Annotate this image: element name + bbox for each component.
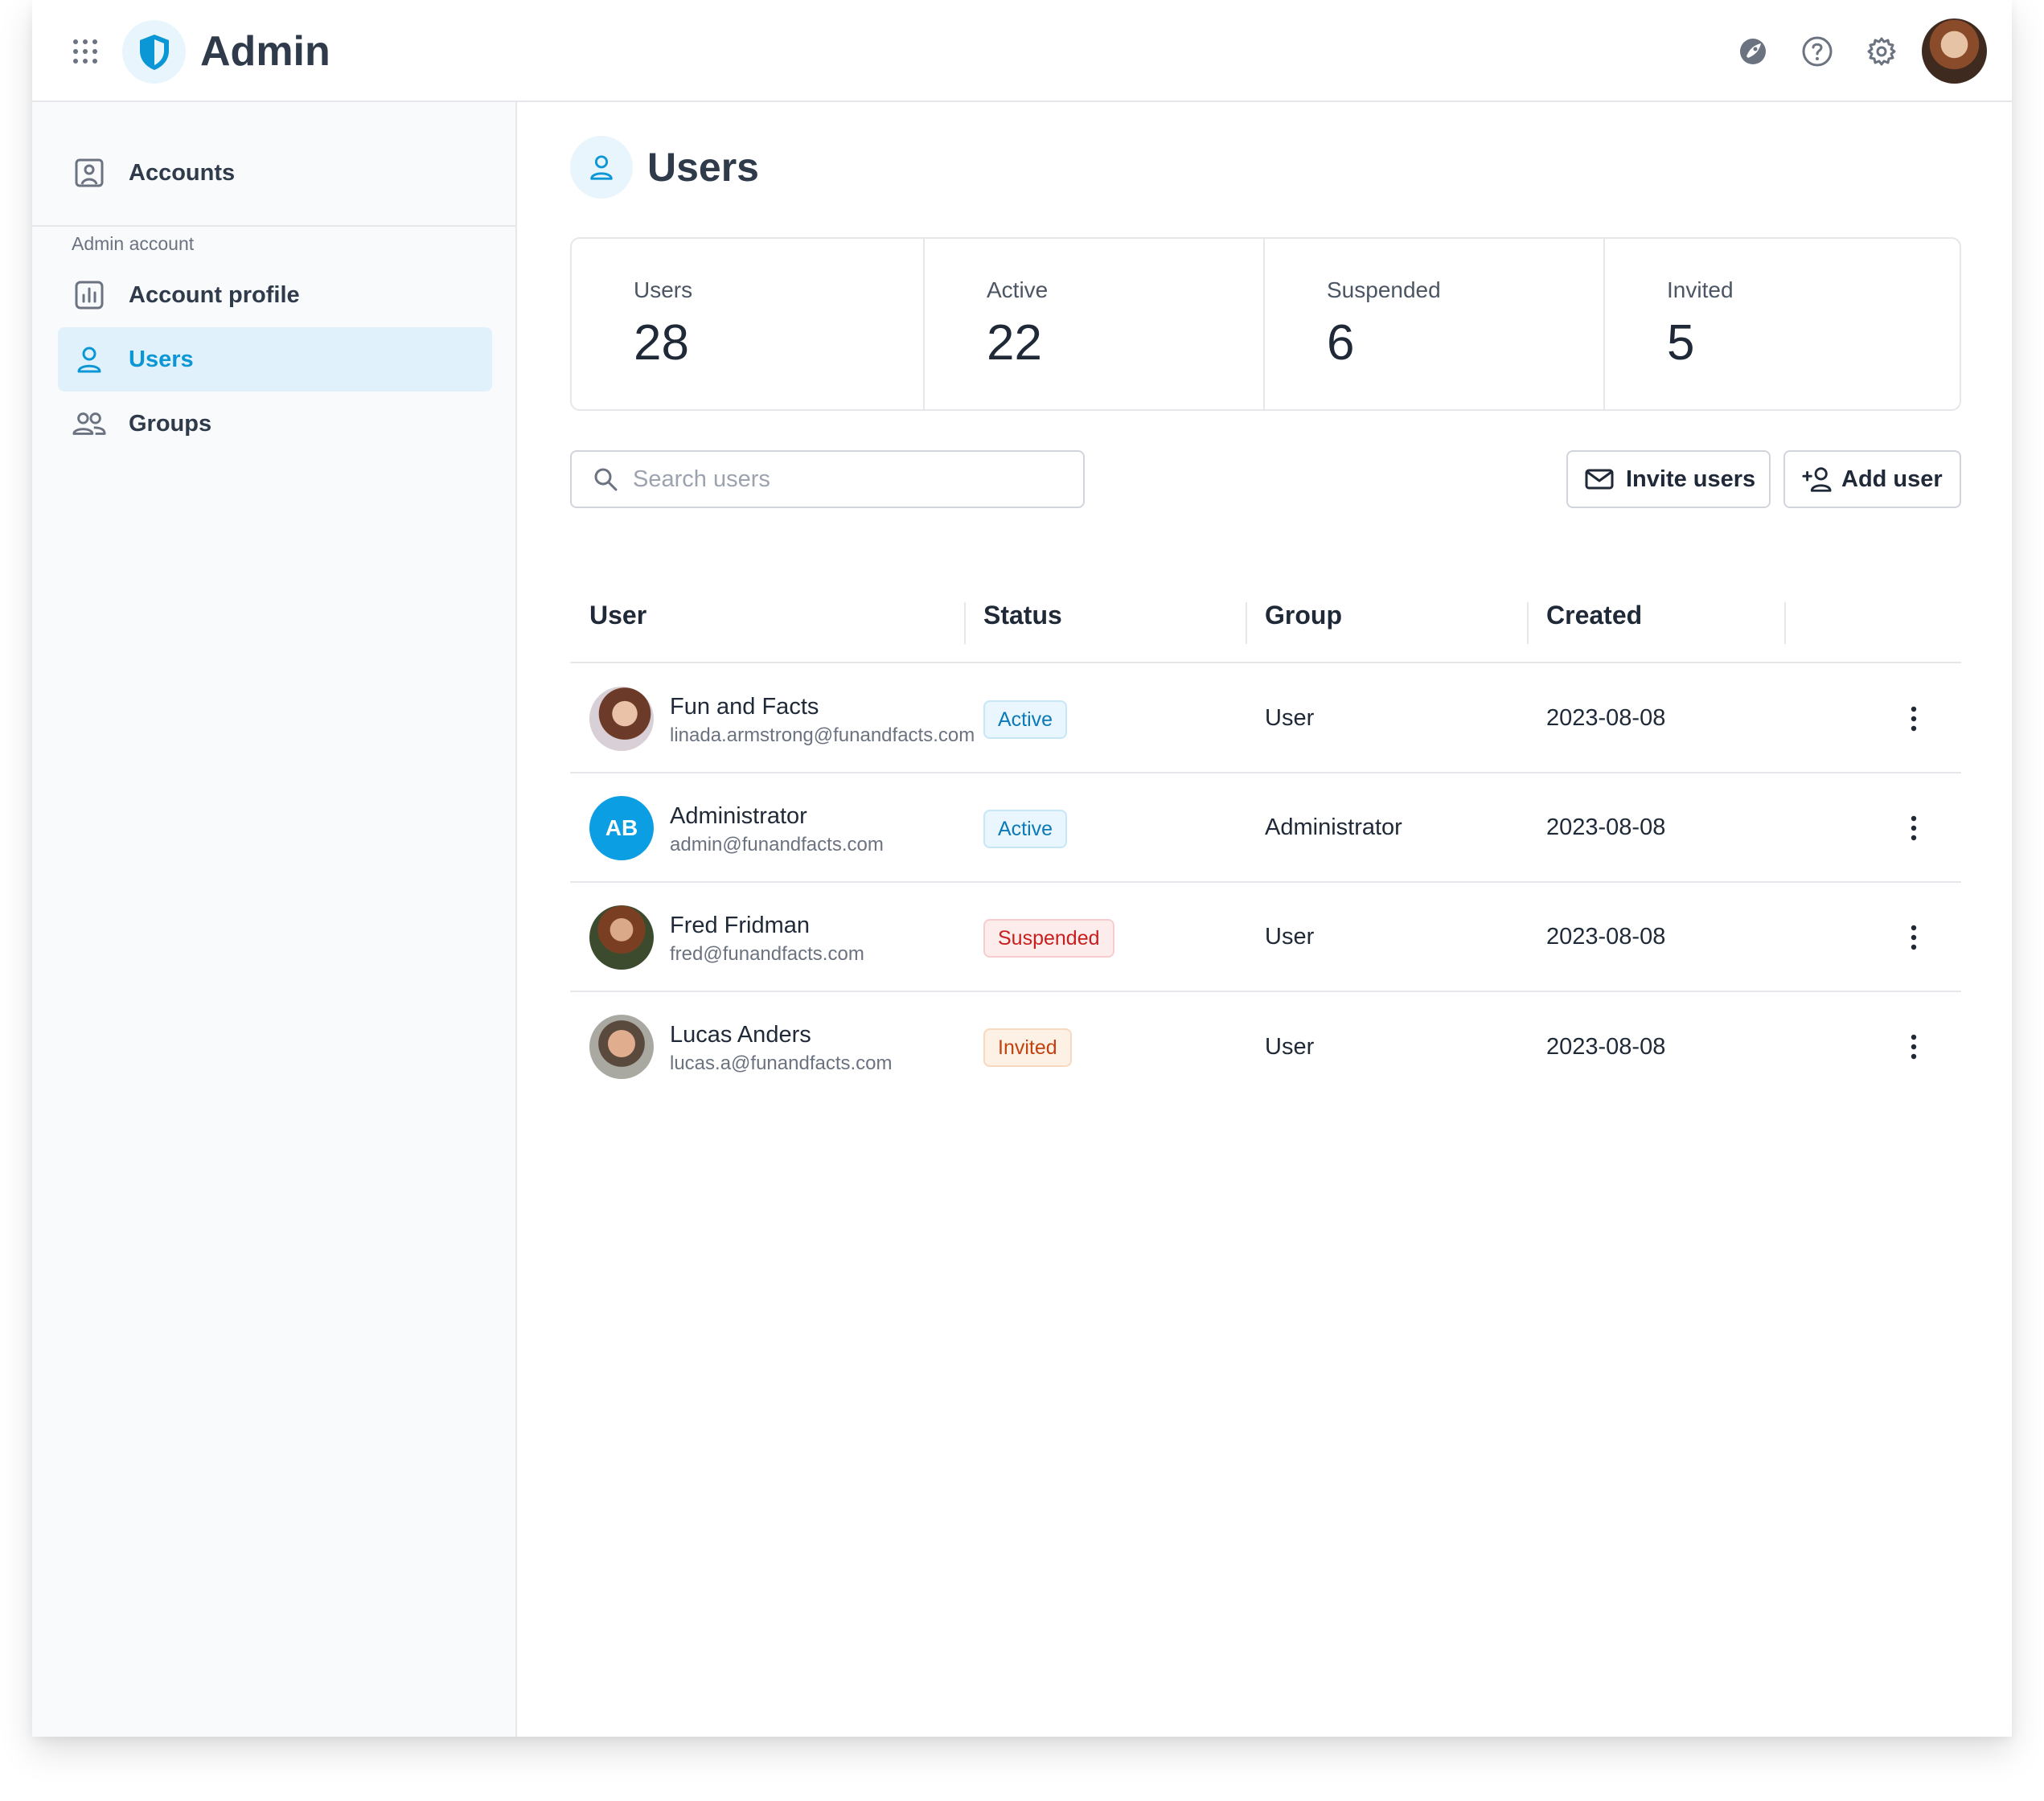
column-header-group[interactable]: Group bbox=[1265, 568, 1342, 662]
status-badge: Active bbox=[983, 810, 1068, 848]
search-icon bbox=[594, 468, 618, 491]
stats-panel: Users 28 Active 22 Suspended 6 Invited 5 bbox=[570, 237, 1961, 411]
sidebar-item-users[interactable]: Users bbox=[58, 327, 492, 392]
search-box bbox=[570, 450, 1085, 508]
stat-card-active: Active 22 bbox=[925, 239, 1265, 409]
table-row[interactable]: Lucas Anders lucas.a@funandfacts.com Inv… bbox=[570, 992, 1961, 1102]
admin-window: Admin Accounts Admin account Account pro… bbox=[32, 0, 2012, 1737]
sidebar-item-groups[interactable]: Groups bbox=[58, 392, 492, 456]
table-row[interactable]: AB Administrator admin@funandfacts.com A… bbox=[570, 773, 1961, 883]
sidebar-item-account-profile[interactable]: Account profile bbox=[58, 263, 492, 327]
column-header-created[interactable]: Created bbox=[1546, 568, 1642, 662]
sidebar-item-accounts[interactable]: Accounts bbox=[58, 141, 492, 205]
user-group: User bbox=[1265, 1033, 1315, 1060]
table-row[interactable]: Fred Fridman fred@funandfacts.com Suspen… bbox=[570, 883, 1961, 992]
invite-users-button[interactable]: Invite users bbox=[1566, 450, 1771, 508]
sidebar-item-label: Accounts bbox=[129, 159, 236, 186]
more-vertical-icon[interactable] bbox=[1902, 814, 1926, 843]
status-badge: Suspended bbox=[983, 919, 1114, 958]
sidebar-item-label: Groups bbox=[129, 410, 212, 437]
column-divider bbox=[964, 602, 966, 644]
user-avatar bbox=[589, 905, 654, 970]
stat-card-users: Users 28 bbox=[572, 239, 925, 409]
user-name: Administrator bbox=[670, 803, 807, 829]
status-badge: Invited bbox=[983, 1028, 1072, 1067]
user-avatar: AB bbox=[589, 796, 654, 860]
column-divider bbox=[1784, 602, 1786, 644]
user-created: 2023-08-08 bbox=[1546, 1033, 1666, 1060]
column-divider bbox=[1246, 602, 1247, 644]
stat-value: 6 bbox=[1327, 315, 1355, 371]
column-header-user[interactable]: User bbox=[589, 568, 646, 662]
apps-grid-icon[interactable] bbox=[72, 39, 98, 64]
stat-value: 28 bbox=[634, 315, 689, 371]
add-user-icon bbox=[1802, 467, 1832, 492]
user-name: Lucas Anders bbox=[670, 1022, 811, 1048]
user-icon bbox=[590, 155, 613, 180]
sidebar-item-label: Account profile bbox=[129, 281, 300, 308]
sidebar-divider bbox=[32, 225, 517, 227]
invite-users-label: Invite users bbox=[1626, 466, 1756, 492]
help-circle-icon[interactable] bbox=[1801, 35, 1833, 68]
user-created: 2023-08-08 bbox=[1546, 923, 1666, 950]
stat-card-invited: Invited 5 bbox=[1605, 239, 1960, 409]
stat-label: Suspended bbox=[1327, 277, 1441, 302]
user-group: User bbox=[1265, 704, 1315, 731]
search-input[interactable] bbox=[633, 466, 1051, 493]
page-title: Users bbox=[647, 145, 759, 190]
sidebar-section-label: Admin account bbox=[72, 233, 195, 254]
column-header-status[interactable]: Status bbox=[983, 568, 1062, 662]
stat-label: Users bbox=[634, 277, 693, 302]
users-group-icon bbox=[72, 406, 107, 441]
more-vertical-icon[interactable] bbox=[1902, 1032, 1926, 1061]
bar-chart-icon bbox=[72, 277, 107, 313]
add-user-label: Add user bbox=[1841, 466, 1943, 492]
user-email: linada.armstrong@funandfacts.com bbox=[670, 724, 975, 746]
more-vertical-icon[interactable] bbox=[1902, 923, 1926, 952]
user-name: Fred Fridman bbox=[670, 913, 811, 938]
status-badge: Active bbox=[983, 700, 1068, 739]
sidebar: Accounts Admin account Account profile U… bbox=[32, 102, 517, 1737]
user-avatar bbox=[589, 687, 654, 751]
mail-icon bbox=[1585, 469, 1614, 490]
user-created: 2023-08-08 bbox=[1546, 704, 1666, 731]
user-email: fred@funandfacts.com bbox=[670, 943, 864, 965]
stat-value: 22 bbox=[986, 315, 1042, 371]
sidebar-item-label: Users bbox=[129, 346, 194, 372]
profile-avatar[interactable] bbox=[1922, 18, 1987, 84]
user-created: 2023-08-08 bbox=[1546, 814, 1666, 840]
user-name: Fun and Facts bbox=[670, 694, 819, 720]
brand-logo bbox=[122, 20, 186, 84]
table-row[interactable]: Fun and Facts linada.armstrong@funandfac… bbox=[570, 664, 1961, 773]
user-icon bbox=[72, 342, 107, 377]
user-avatar bbox=[589, 1015, 654, 1079]
main-content: Users Users 28 Active 22 Suspended 6 Inv… bbox=[519, 102, 2012, 1737]
column-divider bbox=[1527, 602, 1529, 644]
account-portrait-icon bbox=[72, 155, 107, 191]
page-title-badge bbox=[570, 136, 633, 199]
stat-card-suspended: Suspended 6 bbox=[1265, 239, 1606, 409]
more-vertical-icon[interactable] bbox=[1902, 704, 1926, 733]
rocket-icon[interactable] bbox=[1737, 35, 1769, 68]
user-email: lucas.a@funandfacts.com bbox=[670, 1052, 893, 1074]
top-bar: Admin bbox=[32, 0, 2012, 102]
stat-value: 5 bbox=[1667, 315, 1695, 371]
shield-logo-icon bbox=[139, 34, 169, 70]
app-title: Admin bbox=[200, 28, 330, 75]
stat-label: Invited bbox=[1667, 277, 1734, 302]
user-email: admin@funandfacts.com bbox=[670, 834, 884, 855]
add-user-button[interactable]: Add user bbox=[1783, 450, 1961, 508]
user-group: Administrator bbox=[1265, 814, 1402, 840]
users-table-header: User Status Group Created bbox=[570, 568, 1961, 663]
settings-gear-icon[interactable] bbox=[1865, 35, 1898, 68]
stat-label: Active bbox=[986, 277, 1049, 302]
user-group: User bbox=[1265, 923, 1315, 950]
